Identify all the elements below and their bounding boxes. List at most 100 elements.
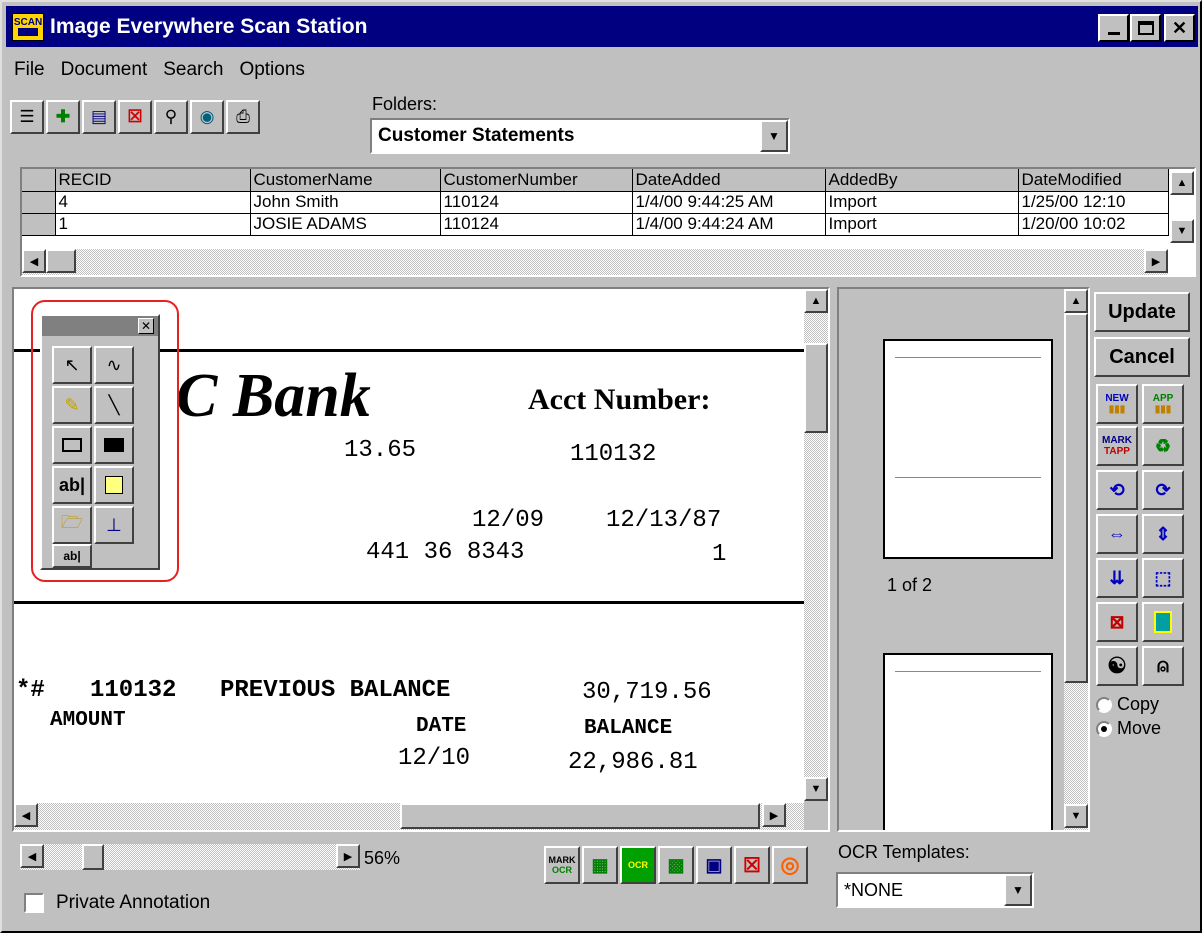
ocr-table-button[interactable]: ▩ (658, 846, 694, 884)
doc-balance-label: BALANCE (584, 717, 673, 740)
rotate-left-button[interactable]: ⟲ (1096, 470, 1138, 510)
cell-customernumber[interactable]: 110124 (440, 213, 633, 236)
ocr-scan-button[interactable]: ▣ (696, 846, 732, 884)
table-row[interactable]: 1 JOSIE ADAMS 110124 1/4/00 9:44:24 AM I… (22, 213, 1169, 236)
cell-dateadded[interactable]: 1/4/00 9:44:25 AM (632, 191, 826, 214)
page-indicator: 1 of 2 (887, 575, 933, 595)
checkbox-box[interactable] (24, 893, 44, 913)
add-icon: ✚ (55, 107, 71, 126)
row-selector[interactable] (22, 213, 56, 236)
page-thumbnail-1[interactable] (883, 339, 1053, 559)
chevron-down-icon[interactable]: ▼ (1004, 874, 1032, 906)
folders-dropdown[interactable]: Customer Statements ▼ (370, 118, 790, 154)
maximize-button[interactable] (1130, 14, 1161, 42)
cleanup-button[interactable]: ⍝ (1142, 646, 1184, 686)
viewer-scroll-down[interactable]: ▼ (804, 777, 828, 801)
zoom-slider[interactable] (20, 844, 360, 870)
delete-zone-button[interactable]: ☒ (734, 846, 770, 884)
add-button[interactable]: ✚ (46, 100, 80, 134)
zoom-increase[interactable]: ▶ (336, 844, 360, 868)
cell-customernumber[interactable]: 110124 (440, 191, 633, 214)
column-header-customername[interactable]: CustomerName (250, 169, 441, 192)
zoom-decrease[interactable]: ◀ (20, 844, 44, 868)
move-radio-circle[interactable] (1096, 721, 1112, 738)
doc-date-label: DATE (416, 715, 467, 738)
delete-button[interactable]: ☒ (118, 100, 152, 134)
scan-button[interactable]: ▤ (82, 100, 116, 134)
split-pages-button[interactable]: ⇊ (1096, 558, 1138, 598)
thumb-vscroll-thumb[interactable] (1064, 313, 1088, 683)
mark-append-button[interactable]: MARK TAPP (1096, 426, 1138, 466)
zoom-slider-thumb[interactable] (82, 844, 104, 870)
private-annotation-checkbox[interactable]: Private Annotation (24, 892, 210, 914)
fit-height-button[interactable]: ⇕ (1142, 514, 1184, 554)
close-button[interactable]: ✕ (1164, 14, 1195, 42)
thumb-scroll-down[interactable]: ▼ (1064, 804, 1088, 828)
column-header-dateadded[interactable]: DateAdded (632, 169, 826, 192)
cell-customername[interactable]: John Smith (250, 191, 441, 214)
column-header-recid[interactable]: RECID (55, 169, 251, 192)
deskew-button[interactable]: ⬚ (1142, 558, 1184, 598)
column-header-addedby[interactable]: AddedBy (825, 169, 1019, 192)
update-button[interactable]: Update (1094, 292, 1190, 332)
recycle-button[interactable]: ♻ (1142, 426, 1184, 466)
ocr-zone-button[interactable]: ▦ (582, 846, 618, 884)
table-row[interactable]: 4 John Smith 110124 1/4/00 9:44:25 AM Im… (22, 191, 1169, 214)
viewer-scroll-right[interactable]: ▶ (762, 803, 786, 827)
viewer-vscroll-thumb[interactable] (804, 343, 828, 433)
cell-recid[interactable]: 4 (55, 191, 251, 214)
scan-app-icon[interactable]: SCAN (12, 12, 44, 41)
invert-button[interactable]: ☯ (1096, 646, 1138, 686)
new-document-button[interactable]: ☰ (10, 100, 44, 134)
fit-width-button[interactable]: ⇔ (1096, 514, 1138, 554)
chevron-down-icon[interactable]: ▼ (760, 120, 788, 152)
copy-radio[interactable]: Copy (1096, 694, 1159, 715)
menu-options[interactable]: Options (231, 59, 312, 81)
ocr-templates-dropdown[interactable]: *NONE ▼ (836, 872, 1034, 908)
grid-hscrollbar[interactable] (22, 249, 1168, 275)
move-radio[interactable]: Move (1096, 718, 1161, 739)
page-thumbnail-2[interactable] (883, 653, 1053, 830)
cell-datemodified[interactable]: 1/20/00 10:02 (1018, 213, 1169, 236)
grid-scroll-right[interactable]: ▶ (1144, 249, 1168, 273)
grid-scroll-up[interactable]: ▲ (1170, 171, 1194, 195)
rotate-right-button[interactable]: ⟳ (1142, 470, 1184, 510)
column-header-datemodified[interactable]: DateModified (1018, 169, 1169, 192)
menu-search[interactable]: Search (155, 59, 231, 81)
new-page-button[interactable]: NEW ▮▮▮ (1096, 384, 1138, 424)
thumb-scroll-up[interactable]: ▲ (1064, 289, 1088, 313)
despeckle-button[interactable]: ⊠ (1096, 602, 1138, 642)
cell-customername[interactable]: JOSIE ADAMS (250, 213, 441, 236)
append-page-button[interactable]: APP ▮▮▮ (1142, 384, 1184, 424)
ocr-templates-label: OCR Templates: (838, 842, 970, 862)
mark-ocr-button[interactable]: MARK OCR (544, 846, 580, 884)
find-button[interactable]: ⚲ (154, 100, 188, 134)
grid-scroll-left[interactable]: ◀ (22, 249, 46, 273)
print-button[interactable]: ⎙ (226, 100, 260, 134)
column-header-customernumber[interactable]: CustomerNumber (440, 169, 633, 192)
menu-bar: File Document Search Options (6, 52, 313, 88)
cell-datemodified[interactable]: 1/25/00 12:10 (1018, 191, 1169, 214)
crop-button[interactable] (1142, 602, 1184, 642)
viewer-scroll-left[interactable]: ◀ (14, 803, 38, 827)
grid-scroll-down[interactable]: ▼ (1170, 219, 1194, 243)
minimize-button[interactable] (1098, 14, 1129, 42)
cell-dateadded[interactable]: 1/4/00 9:44:24 AM (632, 213, 826, 236)
cell-addedby[interactable]: Import (825, 213, 1019, 236)
cancel-button[interactable]: Cancel (1094, 337, 1190, 377)
ocr-green-button[interactable]: OCR (620, 846, 656, 884)
viewer-hscroll-thumb[interactable] (400, 803, 760, 829)
thumbnail-pane[interactable]: 1 of 2 ▲ ▼ (837, 287, 1090, 832)
grid-hscroll-thumb[interactable] (46, 249, 76, 273)
menu-document[interactable]: Document (53, 59, 156, 81)
title-bar[interactable]: SCAN Image Everywhere Scan Station ✕ (6, 6, 1198, 47)
viewer-scroll-up[interactable]: ▲ (804, 289, 828, 313)
corner-cell[interactable] (22, 169, 56, 192)
search-button[interactable]: ◉ (190, 100, 224, 134)
cell-addedby[interactable]: Import (825, 191, 1019, 214)
copy-radio-circle[interactable] (1096, 697, 1112, 714)
menu-file[interactable]: File (6, 59, 53, 81)
cell-recid[interactable]: 1 (55, 213, 251, 236)
target-button[interactable]: ◎ (772, 846, 808, 884)
row-selector[interactable] (22, 191, 56, 214)
